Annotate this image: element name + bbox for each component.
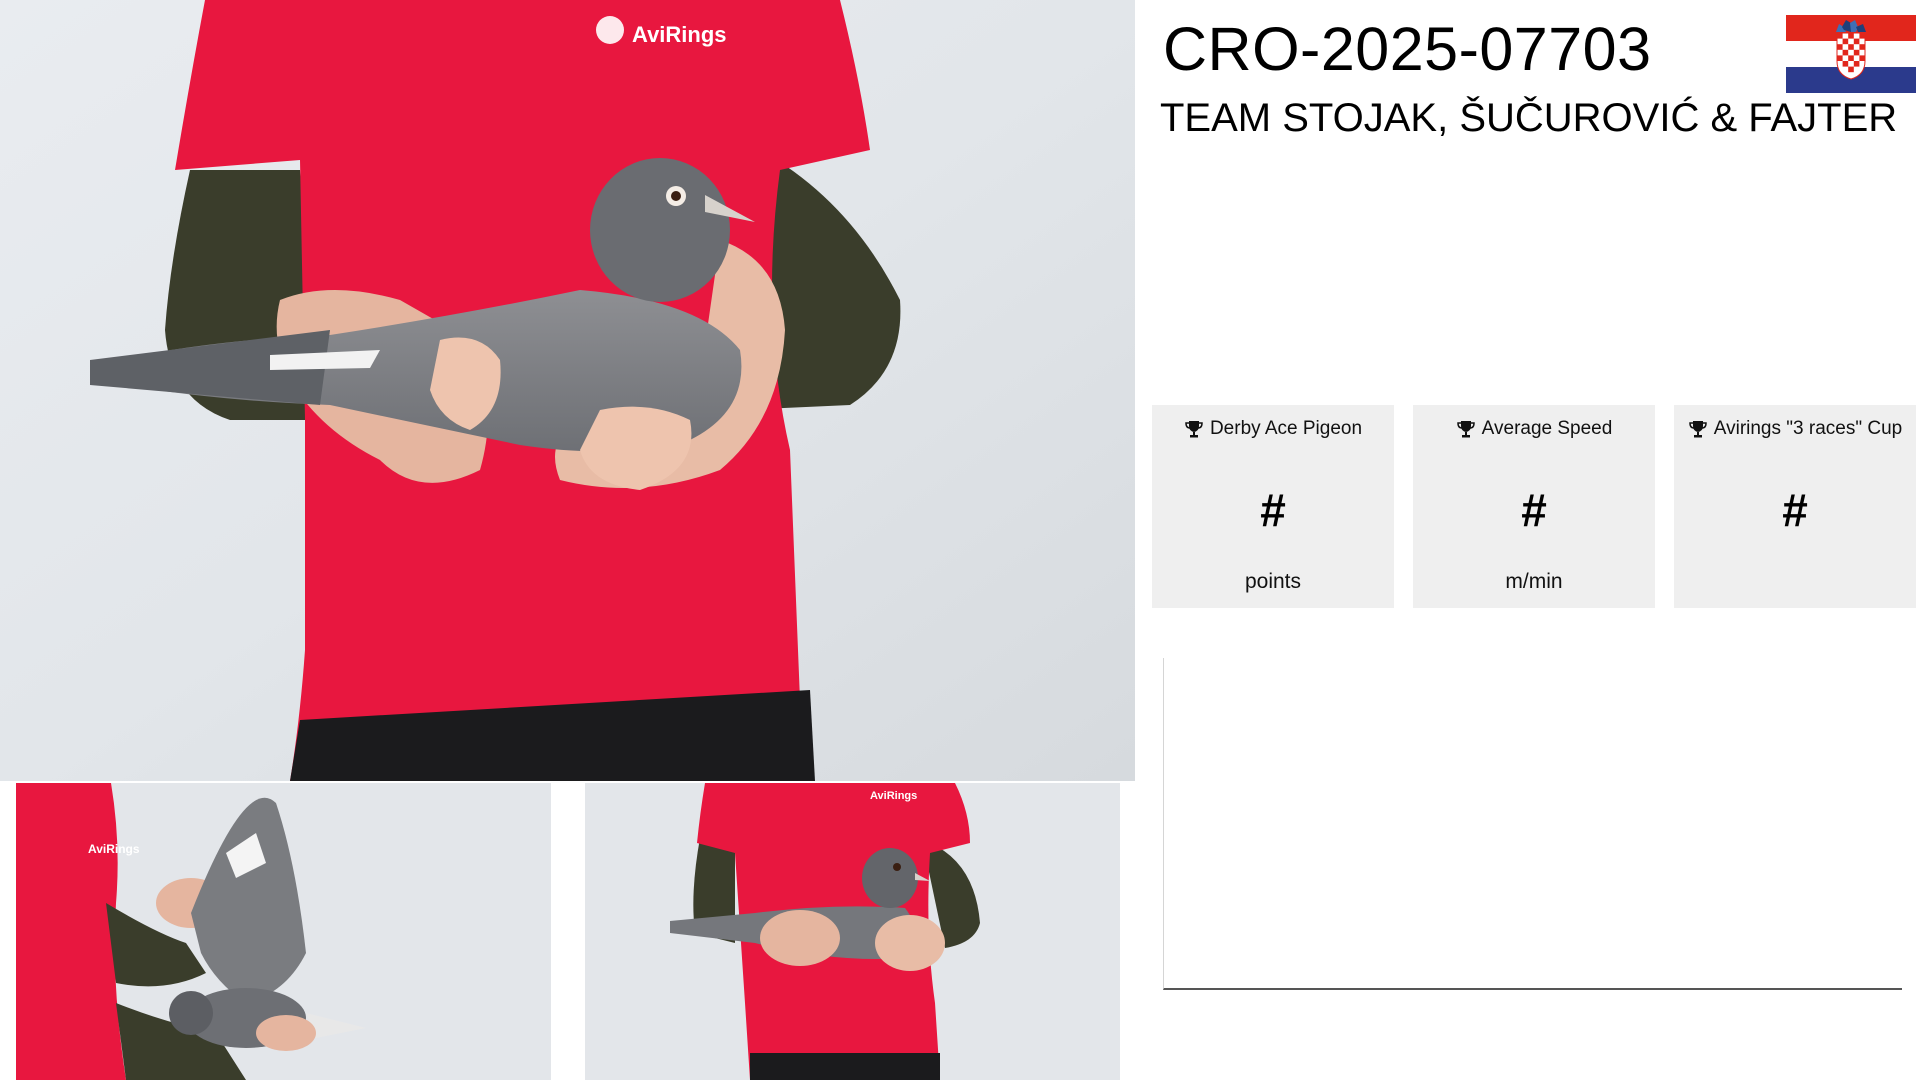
stat-value: # (1782, 484, 1808, 536)
pigeon-wing-photo[interactable]: AviRings (16, 783, 551, 1080)
trophy-icon (1456, 421, 1475, 438)
pigeon-main-photo[interactable]: AviRings (0, 0, 1135, 781)
stat-title: Average Speed (1481, 418, 1613, 439)
results-panel (1163, 658, 1902, 990)
stat-title-row: Derby Ace Pigeon (1152, 418, 1394, 440)
stat-title-row: Average Speed (1413, 418, 1655, 440)
trophy-icon (1185, 421, 1203, 438)
stat-unit: m/min (1505, 570, 1563, 593)
pigeon-held-image: AviRings (0, 0, 1135, 781)
stat-title: Derby Ace Pigeon (1209, 418, 1363, 439)
pigeon-side-photo[interactable]: AviRings (585, 783, 1120, 1080)
stat-card-average-speed: Average Speed # m/min (1413, 405, 1655, 608)
stat-card-3-races-cup: Avirings "3 races" Cup # (1674, 405, 1916, 608)
stat-title: Avirings "3 races" Cup (1713, 418, 1903, 439)
stat-card-derby-ace-pigeon: Derby Ace Pigeon # points (1152, 405, 1394, 608)
pigeon-side-image: AviRings (585, 783, 1120, 1080)
stat-title-row: Avirings "3 races" Cup (1674, 418, 1916, 440)
stat-value: # (1521, 484, 1547, 536)
croatia-flag-icon (1786, 15, 1916, 93)
shirt-logo-text: AviRings (88, 842, 140, 856)
ring-number: CRO-2025-07703 (1163, 15, 1652, 83)
stat-unit: points (1244, 570, 1302, 593)
shirt-logo-text: AviRings (870, 790, 917, 802)
owner-name: TEAM STOJAK, ŠUČUROVIĆ & FAJTER (1160, 96, 1898, 140)
stat-value: # (1260, 484, 1286, 536)
pigeon-wing-image: AviRings (16, 783, 551, 1080)
shirt-logo-text: AviRings (632, 22, 727, 47)
trophy-icon (1689, 421, 1707, 438)
